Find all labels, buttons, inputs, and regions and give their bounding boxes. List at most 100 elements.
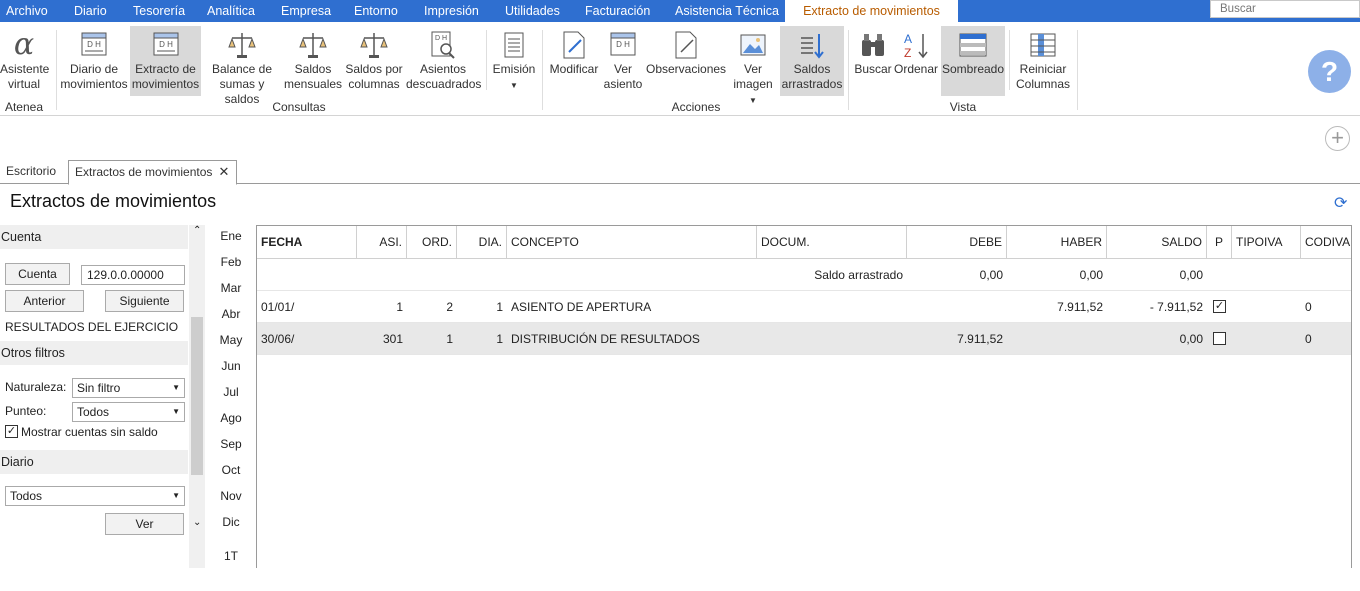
balance-sumas-saldos-button[interactable]: Balance de sumas y saldos: [203, 26, 281, 106]
saldos-arrastrados-button[interactable]: Saldos arrastrados: [780, 26, 844, 96]
svg-text:D H: D H: [435, 35, 447, 42]
cell-fecha: 01/01/: [261, 300, 295, 314]
col-codiva[interactable]: CODIVA: [1301, 226, 1351, 258]
mostrar-cuentas-checkbox[interactable]: ✓: [5, 425, 18, 438]
help-icon[interactable]: ?: [1308, 50, 1351, 93]
col-fecha[interactable]: FECHA: [257, 226, 357, 258]
sombreado-button[interactable]: Sombreado: [941, 26, 1005, 96]
month-jul[interactable]: Jul: [213, 385, 249, 399]
saldos-por-columnas-button[interactable]: Saldos por columnas: [344, 26, 404, 96]
chevron-down-icon: ▼: [510, 81, 518, 90]
menu-diario[interactable]: Diario: [74, 0, 107, 22]
emision-button[interactable]: Emisión ▼: [490, 26, 538, 96]
col-saldo[interactable]: SALDO: [1107, 226, 1207, 258]
tab-escritorio[interactable]: Escritorio: [0, 160, 62, 184]
saldos-mensuales-button[interactable]: Saldos mensuales: [284, 26, 342, 96]
month-oct[interactable]: Oct: [213, 463, 249, 477]
filter-sidebar: Cuenta Cuenta 129.0.0.00000 Anterior Sig…: [0, 225, 205, 568]
ver-button[interactable]: Ver: [105, 513, 184, 535]
document-tabs: Escritorio Extractos de movimientos ✕: [0, 160, 1360, 185]
diario-movimientos-button[interactable]: D H Diario de movimientos: [60, 26, 128, 96]
menu-asistencia-tecnica[interactable]: Asistencia Técnica: [675, 0, 779, 22]
col-asi[interactable]: ASI.: [357, 226, 407, 258]
menu-extracto-movimientos[interactable]: Extracto de movimientos: [785, 0, 958, 24]
punteo-checkbox[interactable]: ✓: [1213, 300, 1226, 313]
ver-imagen-button[interactable]: Ver imagen ▼: [728, 26, 778, 105]
group-acciones-label: Acciones: [671, 100, 721, 114]
col-dia[interactable]: DIA.: [457, 226, 507, 258]
month-ene[interactable]: Ene: [213, 229, 249, 243]
col-docum[interactable]: DOCUM.: [757, 226, 907, 258]
col-ord[interactable]: ORD.: [407, 226, 457, 258]
ver-asiento-button[interactable]: D H Ver asiento: [603, 26, 643, 96]
chevron-down-icon: ▼: [172, 491, 180, 500]
table-row[interactable]: 30/06/ 301 1 1 DISTRIBUCIÓN DE RESULTADO…: [257, 323, 1351, 355]
cuenta-input[interactable]: 129.0.0.00000: [81, 265, 185, 285]
naturaleza-select[interactable]: Sin filtro ▼: [72, 378, 185, 398]
modificar-button[interactable]: Modificar: [546, 26, 602, 96]
month-jun[interactable]: Jun: [213, 359, 249, 373]
diario-select[interactable]: Todos ▼: [5, 486, 185, 506]
asientos-descuadrados-button[interactable]: D H Asientos descuadrados: [406, 26, 481, 96]
sidebar-scrollbar[interactable]: ⌃ ⌄: [189, 225, 205, 568]
saldo-arrastrado-row[interactable]: Saldo arrastrado 0,00 0,00 0,00: [257, 259, 1351, 291]
movements-grid: FECHA ASI. ORD. DIA. CONCEPTO DOCUM. DEB…: [256, 225, 1352, 568]
extracto-movimientos-button[interactable]: D H Extracto de movimientos: [130, 26, 201, 96]
month-ago[interactable]: Ago: [213, 411, 249, 425]
menu-utilidades[interactable]: Utilidades: [505, 0, 560, 22]
month-feb[interactable]: Feb: [213, 255, 249, 269]
chevron-up-icon[interactable]: ⌃: [193, 225, 201, 236]
col-p[interactable]: P: [1207, 226, 1232, 258]
punteo-checkbox[interactable]: [1213, 332, 1226, 345]
col-concepto[interactable]: CONCEPTO: [507, 226, 757, 258]
menu-entorno[interactable]: Entorno: [354, 0, 398, 22]
punteo-select[interactable]: Todos ▼: [72, 402, 185, 422]
asistente-virtual-button[interactable]: α Asistente virtual: [0, 26, 49, 96]
close-icon[interactable]: ✕: [218, 161, 229, 183]
menu-archivo[interactable]: Archivo: [6, 0, 48, 22]
col-haber[interactable]: HABER: [1007, 226, 1107, 258]
cuenta-section-header: Cuenta: [0, 225, 188, 249]
search-input[interactable]: Buscar: [1210, 0, 1360, 18]
scrollbar-thumb[interactable]: [191, 317, 203, 475]
month-sep[interactable]: Sep: [213, 437, 249, 451]
reiniciar-columnas-button[interactable]: Reiniciar Columnas: [1014, 26, 1072, 96]
naturaleza-label: Naturaleza:: [5, 380, 67, 394]
month-nov[interactable]: Nov: [213, 489, 249, 503]
menu-empresa[interactable]: Empresa: [281, 0, 331, 22]
chevron-down-icon[interactable]: ⌄: [193, 517, 201, 528]
menu-analitica[interactable]: Analítica: [207, 0, 255, 22]
col-tipoiva[interactable]: TIPOIVA: [1232, 226, 1301, 258]
cell-saldo: 0,00: [1179, 268, 1203, 282]
columns-reset-icon: [1030, 33, 1056, 57]
cell-haber: 7.911,52: [1057, 300, 1103, 314]
cell-saldo: - 7.911,52: [1149, 300, 1203, 314]
month-abr[interactable]: Abr: [213, 307, 249, 321]
month-mar[interactable]: Mar: [213, 281, 249, 295]
svg-text:Z: Z: [904, 46, 911, 60]
magnifier-document-icon: D H: [431, 31, 455, 59]
refresh-icon[interactable]: ⟳: [1334, 193, 1347, 213]
cuenta-button[interactable]: Cuenta: [5, 263, 70, 285]
observaciones-button[interactable]: Observaciones: [646, 26, 726, 96]
tab-extractos-movimientos[interactable]: Extractos de movimientos ✕: [68, 160, 238, 185]
buscar-button[interactable]: Buscar: [852, 26, 894, 96]
menu-impresion[interactable]: Impresión: [424, 0, 479, 22]
menu-tesoreria[interactable]: Tesorería: [133, 0, 185, 22]
cell-haber: 0,00: [1079, 268, 1103, 282]
cell-codiva: 0: [1305, 300, 1312, 314]
table-row[interactable]: 01/01/ 1 2 1 ASIENTO DE APERTURA 7.911,5…: [257, 291, 1351, 323]
month-dic[interactable]: Dic: [213, 515, 249, 529]
chevron-down-icon: ▼: [172, 383, 180, 392]
anterior-button[interactable]: Anterior: [5, 290, 84, 312]
add-icon[interactable]: +: [1325, 126, 1350, 151]
cell-ord: 1: [446, 332, 453, 346]
month-may[interactable]: May: [213, 333, 249, 347]
ordenar-button[interactable]: AZ Ordenar: [894, 26, 938, 96]
quarter-1t[interactable]: 1T: [213, 549, 249, 563]
siguiente-button[interactable]: Siguiente: [105, 290, 184, 312]
menu-facturacion[interactable]: Facturación: [585, 0, 650, 22]
col-debe[interactable]: DEBE: [907, 226, 1007, 258]
page-title: Extractos de movimientos: [10, 191, 217, 211]
ribbon: α Asistente virtual Atenea D H Diario de m…: [0, 22, 1360, 116]
